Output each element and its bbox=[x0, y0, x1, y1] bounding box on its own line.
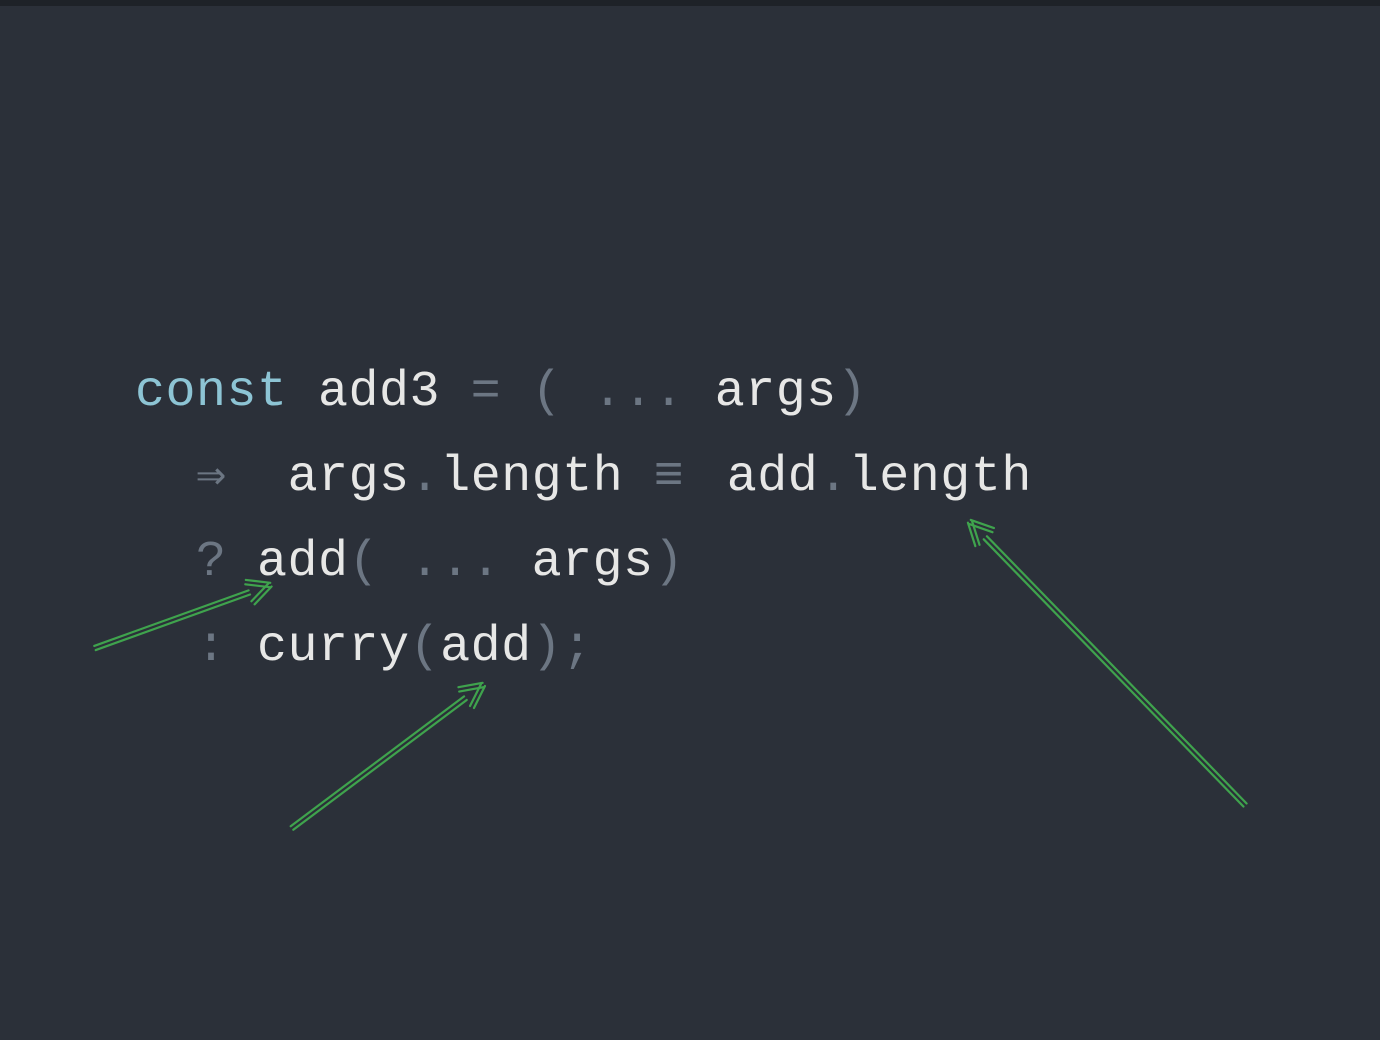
arrow-to-curried-add bbox=[291, 683, 485, 830]
paren-open-2: ( bbox=[349, 534, 380, 591]
id-args-length: args bbox=[288, 449, 410, 506]
slide-stage: const add3 = ( ... args) ⇒ args.length ≡… bbox=[0, 0, 1380, 1040]
code-block: const add3 = ( ... args) ⇒ args.length ≡… bbox=[135, 350, 1032, 690]
paren-open-1: ( bbox=[532, 364, 563, 421]
id-add3: add3 bbox=[318, 364, 440, 421]
paren-close-3: ) bbox=[532, 619, 563, 676]
top-divider bbox=[0, 0, 1380, 6]
code-line-1: const add3 = ( ... args) bbox=[135, 364, 867, 421]
code-line-4: : curry(add); bbox=[135, 619, 593, 676]
fn-add-call: add bbox=[257, 534, 349, 591]
paren-open-3: ( bbox=[410, 619, 441, 676]
op-spread-2: ... bbox=[410, 534, 502, 591]
paren-close-1: ) bbox=[837, 364, 868, 421]
id-args-2: args bbox=[532, 534, 654, 591]
op-ternary-q: ? bbox=[196, 534, 227, 591]
op-ternary-colon: : bbox=[196, 619, 227, 676]
kw-const: const bbox=[135, 364, 288, 421]
op-assign: = bbox=[471, 364, 502, 421]
id-add-arg: add bbox=[440, 619, 532, 676]
id-add-length: add bbox=[727, 449, 819, 506]
fn-curry: curry bbox=[257, 619, 410, 676]
op-semicolon: ; bbox=[562, 619, 593, 676]
op-spread-1: ... bbox=[593, 364, 685, 421]
op-strict-eq: ≡ bbox=[654, 449, 666, 506]
op-arrow: ⇒ bbox=[196, 449, 227, 506]
code-line-2: ⇒ args.length ≡ add.length bbox=[135, 449, 1032, 506]
id-args-1: args bbox=[715, 364, 837, 421]
paren-close-2: ) bbox=[654, 534, 685, 591]
code-line-3: ? add( ... args) bbox=[135, 534, 684, 591]
